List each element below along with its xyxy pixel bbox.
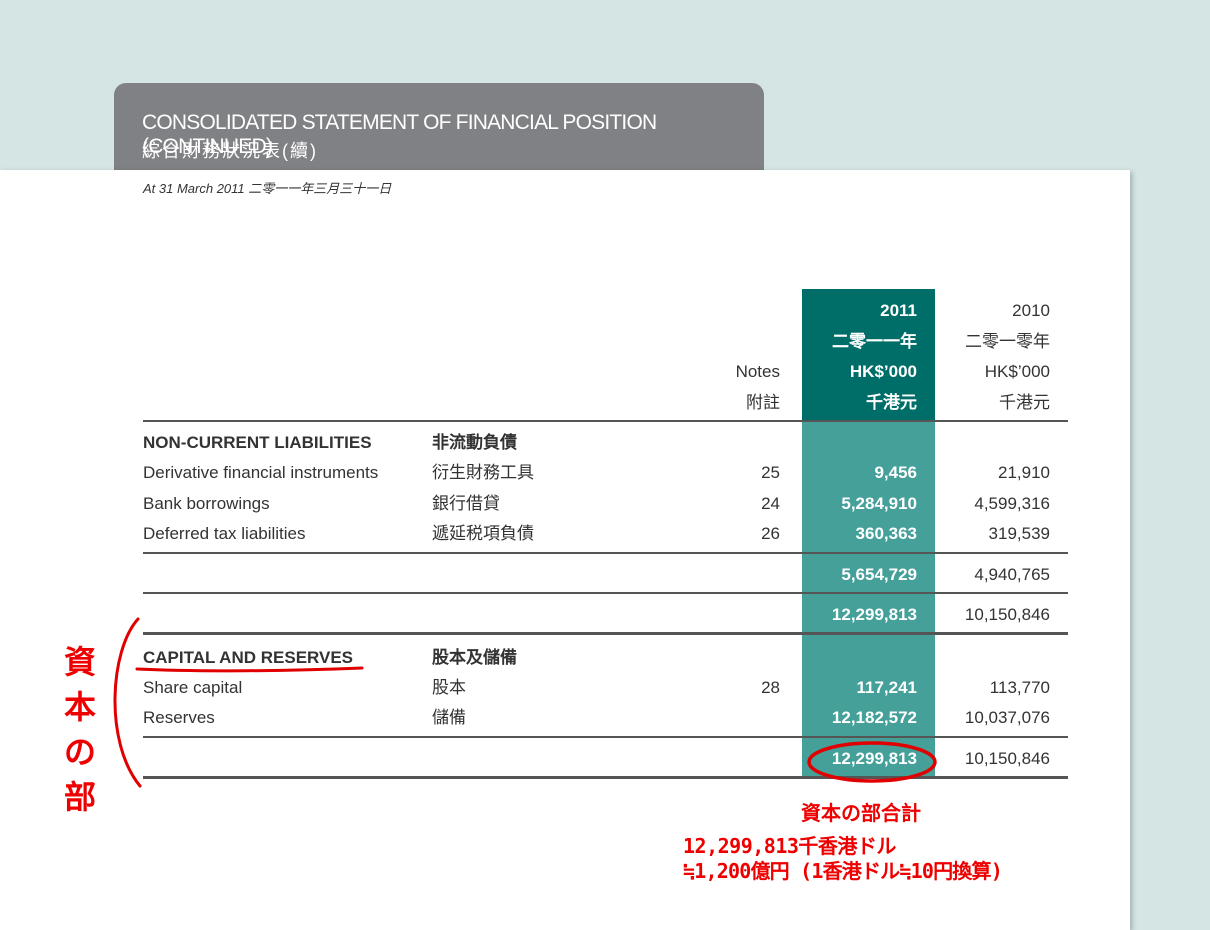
- ncl-subtotal-2010: 4,940,765: [974, 565, 1050, 584]
- row-label-zh: 遞延税項負債: [432, 524, 534, 543]
- side-annotation-label: 資本の部: [63, 644, 96, 815]
- header-notes-zh: 附註: [746, 393, 780, 412]
- row-note: 28: [761, 678, 780, 697]
- row-note: 25: [761, 463, 780, 482]
- rule-ncl-subtotal: [143, 552, 1068, 554]
- row-value-2011: 12,182,572: [831, 708, 917, 727]
- rule-header: [143, 420, 1068, 422]
- row-note: 24: [761, 494, 780, 513]
- row-value-2010: 21,910: [998, 463, 1050, 482]
- row-label-zh: 儲備: [432, 708, 466, 727]
- row-value-2011: 117,241: [856, 678, 917, 697]
- row-label-zh: 股本: [432, 678, 466, 697]
- section-heading-capital-zh: 股本及儲備: [432, 648, 517, 667]
- document-page: [0, 170, 1130, 930]
- row-value-2011: 360,363: [855, 524, 917, 543]
- section-heading-ncl: NON-CURRENT LIABILITIES: [143, 433, 372, 452]
- annotation-total-label: 資本の部合計: [801, 803, 921, 825]
- header-unit-2011-zh: 千港元: [866, 393, 917, 412]
- ncl-total-2011: 12,299,813: [831, 605, 917, 624]
- row-value-2010: 10,037,076: [964, 708, 1050, 727]
- row-label: Deferred tax liabilities: [143, 524, 306, 543]
- row-label: Derivative financial instruments: [143, 463, 379, 482]
- row-label: Bank borrowings: [143, 494, 270, 513]
- capital-total-2010: 10,150,846: [964, 749, 1050, 768]
- rule-ncl-double: [143, 632, 1068, 635]
- row-value-2011: 9,456: [874, 463, 917, 482]
- section-heading-ncl-zh: 非流動負債: [432, 433, 517, 452]
- section-heading-capital: CAPITAL AND RESERVES: [143, 648, 354, 667]
- row-value-2011: 5,284,910: [841, 494, 917, 513]
- header-year-2011: 2011: [880, 301, 917, 320]
- statement-date: At 31 March 2011 二零一一年三月三十一日: [143, 181, 392, 196]
- row-value-2010: 113,770: [989, 678, 1050, 697]
- row-note: 26: [761, 524, 780, 543]
- ncl-subtotal-2011: 5,654,729: [841, 565, 917, 584]
- rule-cap-total: [143, 736, 1068, 738]
- header-year-2010-zh: 二零一零年: [965, 332, 1050, 351]
- header-year-2010: 2010: [1012, 301, 1050, 320]
- rule-cap-double: [143, 776, 1068, 779]
- header-notes: Notes: [735, 362, 780, 381]
- row-label: Share capital: [143, 678, 243, 697]
- annotation-yen-conversion: ≒1,200億円 (1香港ドル≒10円換算): [683, 859, 1003, 883]
- row-label-zh: 銀行借貸: [432, 494, 500, 513]
- header-unit-2010: HK$’000: [984, 362, 1050, 381]
- header-unit-2011: HK$’000: [849, 362, 917, 381]
- header-year-2011-zh: 二零一一年: [832, 332, 917, 351]
- row-label-zh: 衍生財務工具: [432, 463, 534, 482]
- ncl-total-2010: 10,150,846: [964, 605, 1050, 624]
- title-chinese: 綜合財務狀況表(續): [142, 141, 318, 161]
- capital-total-2011: 12,299,813: [831, 749, 917, 768]
- row-value-2010: 4,599,316: [974, 494, 1050, 513]
- rule-ncl-total: [143, 592, 1068, 594]
- header-unit-2010-zh: 千港元: [999, 393, 1050, 412]
- row-value-2010: 319,539: [988, 524, 1050, 543]
- row-label: Reserves: [143, 708, 215, 727]
